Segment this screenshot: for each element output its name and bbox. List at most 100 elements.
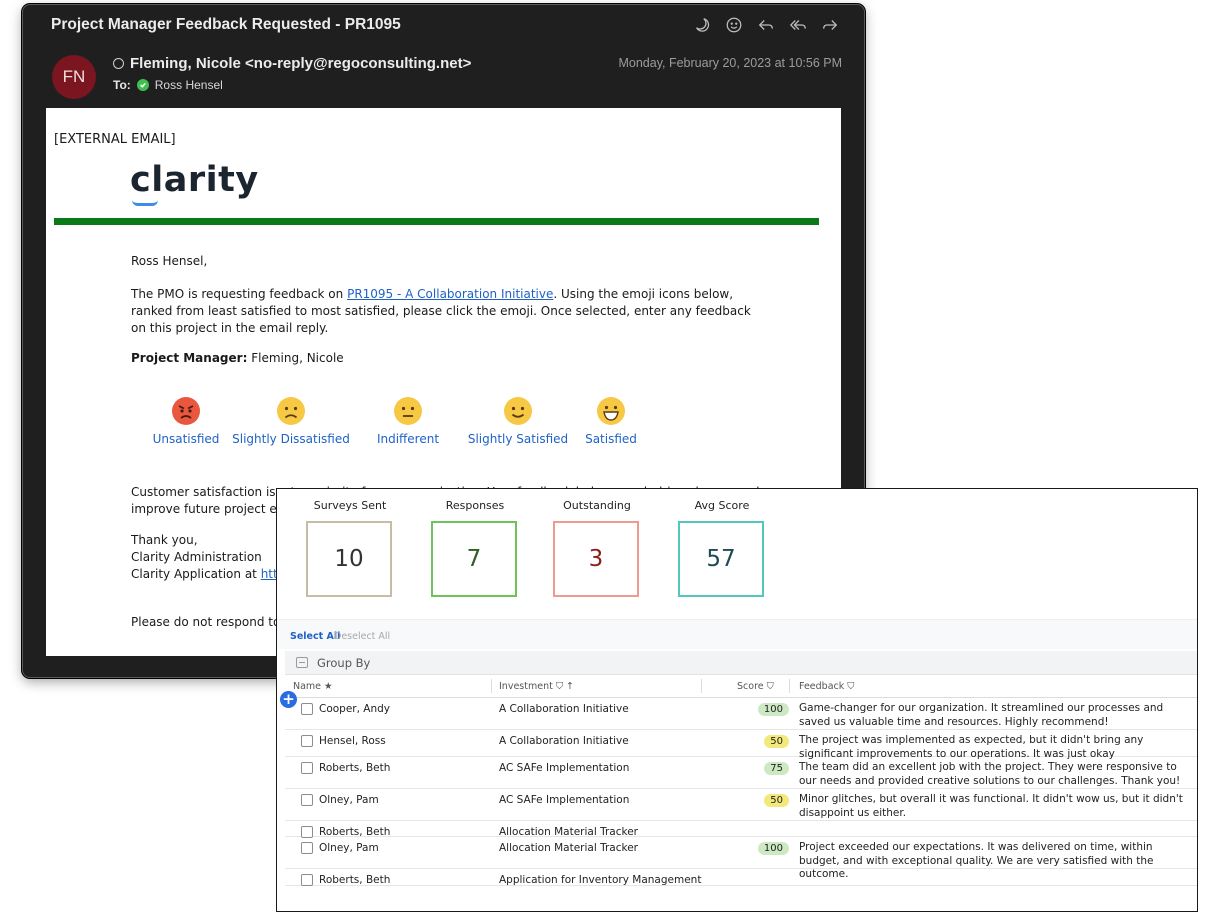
cell-name[interactable]: Cooper, Andy xyxy=(319,703,390,715)
feedback-dashboard: Surveys Sent 10 Responses 7 Outstanding … xyxy=(276,488,1198,912)
score-badge: 100 xyxy=(757,842,789,855)
sender-name: Fleming, Nicole <no-reply@regoconsulting… xyxy=(130,55,472,72)
recipient-name[interactable]: Ross Hensel xyxy=(155,78,223,92)
table-row[interactable]: Cooper, Andy A Collaboration Initiative 10… xyxy=(285,698,1197,730)
forward-icon[interactable] xyxy=(820,15,840,35)
cell-name[interactable]: Roberts, Beth xyxy=(319,762,390,774)
column-divider[interactable] xyxy=(701,679,702,693)
table-row[interactable]: Roberts, Beth AC SAFe Implementation 75 The… xyxy=(285,757,1197,789)
kpi-label: Surveys Sent xyxy=(313,499,387,512)
cell-feedback[interactable]: Game-changer for our organization. It st… xyxy=(799,702,1195,729)
cell-investment[interactable]: AC SAFe Implementation xyxy=(499,762,629,774)
column-divider[interactable] xyxy=(491,679,492,693)
angry-face-icon[interactable] xyxy=(171,396,201,426)
emoji-label[interactable]: Slightly Satisfied xyxy=(468,432,568,446)
emoji-rating-row: Unsatisfied Slightly Dissatisfied Indiff… xyxy=(146,396,666,456)
email-toolbar xyxy=(692,15,840,35)
kpi-label: Avg Score xyxy=(694,499,750,512)
kpi-value: 57 xyxy=(678,521,764,597)
emoji-label[interactable]: Unsatisfied xyxy=(153,432,220,446)
row-checkbox[interactable] xyxy=(301,874,313,886)
table-row[interactable]: Roberts, Beth Allocation Material Tracker xyxy=(285,821,1197,838)
neutral-face-icon[interactable] xyxy=(393,396,423,426)
column-header-score[interactable]: Score ⛉ xyxy=(737,681,774,692)
cell-investment[interactable]: A Collaboration Initiative xyxy=(499,735,629,747)
group-by-bar[interactable]: Group By xyxy=(285,651,1197,675)
table-row[interactable]: Olney, Pam AC SAFe Implementation 50 Minor … xyxy=(285,789,1197,821)
table-row[interactable]: Roberts, Beth Application for Inventory M… xyxy=(285,869,1197,886)
kpi-avg-score: Avg Score 57 xyxy=(678,499,766,597)
frowning-face-icon[interactable] xyxy=(276,396,306,426)
cell-name[interactable]: Olney, Pam xyxy=(319,794,379,806)
row-checkbox[interactable] xyxy=(301,842,313,854)
column-header-name[interactable]: Name ★ xyxy=(293,681,333,692)
to-line: To: Ross Hensel xyxy=(113,78,223,92)
table-row[interactable]: Olney, Pam Allocation Material Tracker 100… xyxy=(285,837,1197,880)
kpi-label: Outstanding xyxy=(563,499,631,512)
emoji-option-slightly-satisfied[interactable]: Slightly Satisfied xyxy=(458,396,578,446)
emoji-option-unsatisfied[interactable]: Unsatisfied xyxy=(146,396,226,446)
add-row-button[interactable]: + xyxy=(280,691,297,708)
cell-feedback[interactable]: The team did an excellent job with the p… xyxy=(799,761,1195,788)
cell-name[interactable]: Roberts, Beth xyxy=(319,874,390,886)
cell-score: 50 xyxy=(749,794,789,807)
pm-label: Project Manager: xyxy=(131,351,248,365)
unread-indicator-icon xyxy=(113,58,124,69)
reply-all-icon[interactable] xyxy=(788,15,808,35)
group-by-label[interactable]: Group By xyxy=(317,656,370,670)
clarity-logo: clarity xyxy=(130,160,259,200)
kpi-surveys-sent: Surveys Sent 10 xyxy=(306,499,394,597)
verified-check-icon xyxy=(136,79,149,91)
window-title: Project Manager Feedback Requested - PR1… xyxy=(51,16,401,33)
score-badge: 50 xyxy=(764,794,789,807)
reply-icon[interactable] xyxy=(756,15,776,35)
email-date: Monday, February 20, 2023 at 10:56 PM xyxy=(618,56,842,70)
table-body: Cooper, Andy A Collaboration Initiative 10… xyxy=(285,698,1197,886)
cell-name[interactable]: Olney, Pam xyxy=(319,842,379,854)
emoji-option-slightly-dissatisfied[interactable]: Slightly Dissatisfied xyxy=(226,396,356,446)
kpi-value: 10 xyxy=(306,521,392,597)
column-divider[interactable] xyxy=(789,679,790,693)
group-by-icon xyxy=(296,657,308,668)
cell-name[interactable]: Hensel, Ross xyxy=(319,735,386,747)
select-all-link[interactable]: Select All xyxy=(290,631,340,642)
cell-score: 100 xyxy=(749,703,789,716)
table-row[interactable]: Hensel, Ross A Collaboration Initiative 50… xyxy=(285,730,1197,760)
column-header-feedback[interactable]: Feedback ⛉ xyxy=(799,681,854,692)
project-link[interactable]: PR1095 - A Collaboration Initiative xyxy=(347,287,553,301)
emoji-label[interactable]: Indifferent xyxy=(377,432,439,446)
kpi-responses: Responses 7 xyxy=(431,499,519,597)
emoji-option-satisfied[interactable]: Satisfied xyxy=(576,396,646,446)
sender-line[interactable]: Fleming, Nicole <no-reply@regoconsulting… xyxy=(113,55,471,72)
to-label: To: xyxy=(113,78,131,92)
greeting: Ross Hensel, xyxy=(131,254,208,268)
header-divider xyxy=(54,218,819,225)
score-badge: 50 xyxy=(764,735,789,748)
kpi-value: 3 xyxy=(553,521,639,597)
row-checkbox[interactable] xyxy=(301,762,313,774)
feedback-table: + Name ★ Investment ⛉ ↑ Score ⛉ Feedback… xyxy=(280,675,1197,886)
cell-feedback[interactable]: Minor glitches, but overall it was funct… xyxy=(799,793,1195,820)
cell-investment[interactable]: Allocation Material Tracker xyxy=(499,842,638,854)
cell-score: 75 xyxy=(749,762,789,775)
slightly-smiling-face-icon[interactable] xyxy=(503,396,533,426)
column-header-investment[interactable]: Investment ⛉ ↑ xyxy=(499,681,574,692)
external-email-label: [EXTERNAL EMAIL] xyxy=(54,132,176,147)
moon-icon[interactable] xyxy=(692,15,712,35)
cell-investment[interactable]: Application for Inventory Management xyxy=(499,874,701,886)
cell-investment[interactable]: A Collaboration Initiative xyxy=(499,703,629,715)
row-checkbox[interactable] xyxy=(301,735,313,747)
grinning-face-icon[interactable] xyxy=(596,396,626,426)
smiley-icon[interactable] xyxy=(724,15,744,35)
row-checkbox[interactable] xyxy=(301,794,313,806)
deselect-all-link[interactable]: Deselect All xyxy=(334,631,390,642)
kpi-value: 7 xyxy=(431,521,517,597)
emoji-option-indifferent[interactable]: Indifferent xyxy=(368,396,448,446)
cell-investment[interactable]: AC SAFe Implementation xyxy=(499,794,629,806)
kpi-label: Responses xyxy=(445,499,505,512)
row-checkbox[interactable] xyxy=(301,703,313,715)
cell-score: 50 xyxy=(749,735,789,748)
emoji-label[interactable]: Slightly Dissatisfied xyxy=(232,432,350,446)
emoji-label[interactable]: Satisfied xyxy=(585,432,637,446)
avatar: FN xyxy=(52,55,96,99)
